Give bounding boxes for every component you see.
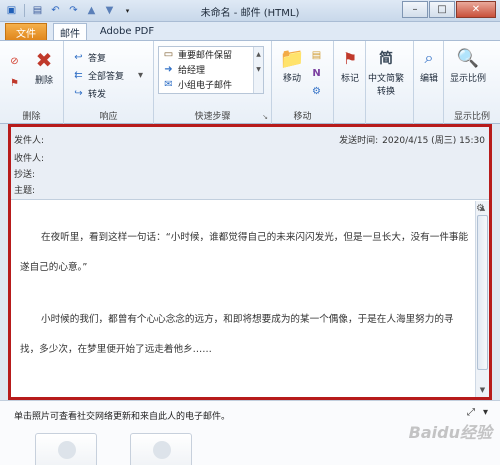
cc-label: 抄送: [14,170,36,180]
move-button[interactable]: 📁 移动 [278,45,306,84]
junk-icon[interactable]: ⚑ [8,77,21,90]
edit-group: ⌕ 编辑 [414,41,444,124]
people-pane-controls: ⤢ ▾ [467,407,488,418]
sent-value: 2020/4/15 (周三) 15:30 [382,136,485,146]
manager-icon: ➜ [164,64,173,75]
zoom-button[interactable]: 🔍 显示比例 [450,45,486,85]
tab-mail[interactable]: 邮件 [53,23,87,40]
dialog-launcher-icon[interactable]: ↘ [262,113,268,121]
contact-photo[interactable] [130,433,192,465]
delete-group-label: 删除 [22,112,41,122]
quickstep-item[interactable]: ➜ 给经理 [159,62,263,77]
tab-file[interactable]: 文件 [5,23,47,40]
message-header: 发件人: 收件人: 抄送: 主题: 发送时间: 2020/4/15 (周三) 15… [11,127,489,200]
ignore-icon[interactable]: ⊘ [8,55,21,68]
collapse-icon[interactable]: ▾ [483,407,488,418]
tags-group: ⚑ 标记 [334,41,366,124]
expand-icon[interactable]: ⤢ [467,407,475,418]
binoculars-icon: ⌕ [424,48,434,67]
quickstep-item[interactable]: ▭ 重要邮件保留 [159,47,263,62]
chinese-convert-icon: 简 [379,51,393,67]
folder-icon: ▭ [163,49,174,60]
zoom-group: 🔍 显示比例 显示比例 [444,41,500,124]
from-label: 发件人: [14,136,45,146]
quicksteps-list: ▭ 重要邮件保留 ➜ 给经理 ✉ 小组电子邮件 ▲ ▼ [158,46,264,94]
people-pane: 单击照片可查看社交网络更新和来自此人的电子邮件。 ⤢ ▾ Baidu经验 [0,400,500,465]
to-label: 收件人: [14,154,45,164]
avatar [153,441,171,459]
quickstep-item[interactable]: ✉ 小组电子邮件 [159,77,263,92]
ribbon: ⊘ ⚑ ✖ 删除 删除 ↩ 答复 ⇇ 全部答复 ↪ 转发 ▾ 响应 快速步骤 ↘… [0,40,500,124]
spelling-icon[interactable]: ⚙ [476,203,488,215]
team-email-icon: ✉ [164,79,173,90]
more-respond-icon[interactable]: ▾ [134,69,147,82]
chinese-convert-group: 简 中文简繁 转换 [366,41,414,124]
tag-button[interactable]: ⚑ 标记 [336,45,364,85]
respond-group-label: 响应 [99,112,118,122]
tab-adobe-pdf[interactable]: Adobe PDF [92,23,162,40]
quicksteps-group-label: 快速步骤 [194,112,231,122]
actions-icon[interactable]: ⚙ [310,85,323,98]
minimize-button[interactable]: – [402,1,428,18]
respond-group: ↩ 答复 ⇇ 全部答复 ↪ 转发 ▾ 响应 [64,41,154,124]
quicksteps-scrollbar[interactable]: ▲ ▼ [253,47,263,93]
reply-all-icon: ⇇ [74,70,83,81]
people-pane-text: 单击照片可查看社交网络更新和来自此人的电子邮件。 [14,412,231,422]
flag-icon: ⚑ [342,48,358,68]
chinese-convert-button[interactable]: 简 中文简繁 转换 [368,45,404,97]
body-paragraph: 在夜听里，看到这样一句话：“小时候，谁都觉得自己的未来闪闪发光，但是一旦长大，没… [20,232,469,273]
forward-button[interactable]: ↪ 转发 [72,87,106,100]
zoom-group-label: 显示比例 [453,112,490,122]
contact-photo[interactable] [35,433,97,465]
avatar [58,441,76,459]
message-view: 发件人: 收件人: 抄送: 主题: 发送时间: 2020/4/15 (周三) 15… [8,124,492,400]
scroll-thumb[interactable] [477,215,488,370]
title-bar: ▣ ▤ ↶ ↷ ▲ ▼ ▾ 未命名 - 邮件 (HTML) – □ ✕ [0,0,500,22]
reply-button[interactable]: ↩ 答复 [72,51,106,64]
scroll-down-icon[interactable]: ▼ [476,384,489,396]
maximize-button[interactable]: □ [429,1,455,18]
delete-group: ⊘ ⚑ ✖ 删除 删除 [0,41,64,124]
close-button[interactable]: ✕ [456,1,496,18]
move-group-label: 移动 [293,112,312,122]
subject-label: 主题: [14,186,36,196]
reply-all-button[interactable]: ⇇ 全部答复 [72,69,124,82]
move-folder-icon: 📁 [279,46,305,70]
vertical-scrollbar[interactable]: ▲ ▼ [475,201,489,397]
onenote-icon[interactable]: N [310,67,323,80]
magnifier-icon: 🔍 [456,47,480,69]
move-group: 📁 移动 ▤ N ⚙ 移动 [272,41,334,124]
ribbon-tab-row: 文件 邮件 Adobe PDF [0,22,500,40]
window-controls: – □ ✕ [402,1,496,18]
watermark: Baidu经验 [408,423,492,442]
delete-button[interactable]: ✖ 删除 [30,47,58,86]
body-paragraph: 小时候的我们，都曾有个心心念念的远方，和即将想要成为的某一个偶像，于是在人海里努… [20,314,454,355]
reply-icon: ↩ [74,52,83,63]
edit-button[interactable]: ⌕ 编辑 [415,45,443,84]
sent-time: 发送时间: 2020/4/15 (周三) 15:30 [335,133,485,146]
rules-icon[interactable]: ▤ [310,49,323,62]
forward-icon: ↪ [74,88,83,99]
message-body[interactable]: 在夜听里，看到这样一句话：“小时候，谁都觉得自己的未来闪闪发光，但是一旦长大，没… [11,201,475,397]
sent-label: 发送时间: [339,136,379,146]
delete-icon: ✖ [35,48,53,72]
